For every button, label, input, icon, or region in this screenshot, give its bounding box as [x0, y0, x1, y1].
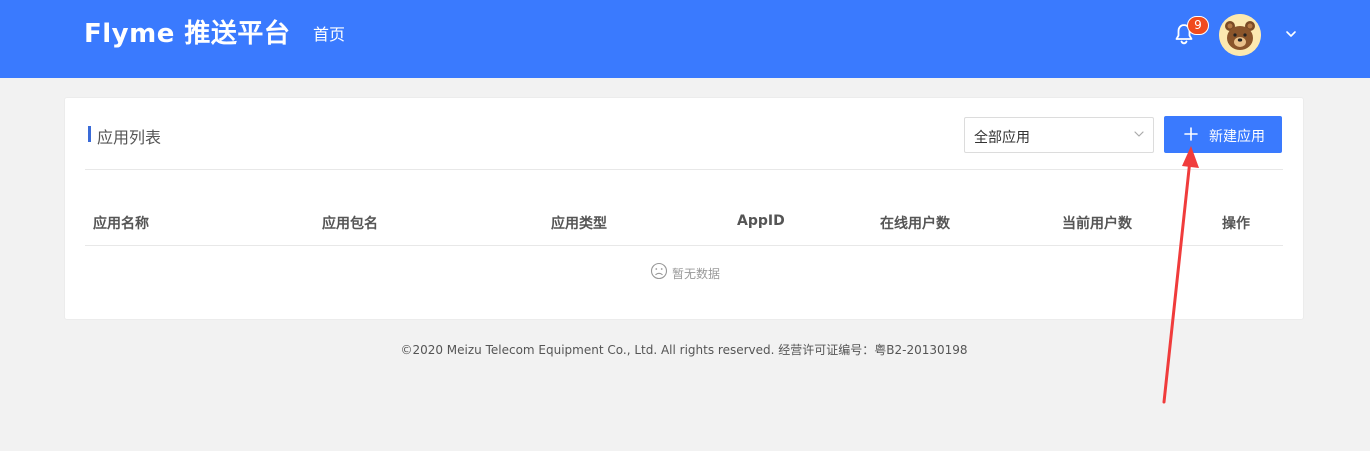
column-header-app-name: 应用名称 [93, 216, 149, 232]
app-list-card: 应用列表 全部应用 新建应用 应用名称 应用包名 应用类型 AppID 在线用户… [64, 97, 1304, 320]
divider [85, 169, 1283, 170]
app-filter-select[interactable]: 全部应用 [964, 117, 1154, 153]
column-header-package-name: 应用包名 [322, 216, 378, 232]
empty-state-text: 暂无数据 [672, 267, 721, 281]
column-header-online-users: 在线用户数 [880, 216, 950, 232]
top-header: Flyme 推送平台 首页 9 [0, 0, 1370, 78]
app-logo[interactable]: Flyme 推送平台 [84, 13, 290, 50]
column-header-appid: AppID [737, 213, 785, 229]
nav-home-link[interactable]: 首页 [313, 21, 345, 45]
select-value: 全部应用 [974, 130, 1030, 146]
new-app-button-label: 新建应用 [1209, 129, 1265, 145]
header-divider [85, 245, 1283, 246]
new-app-button[interactable]: 新建应用 [1164, 116, 1282, 153]
chevron-down-icon [1134, 131, 1144, 137]
column-header-actions: 操作 [1222, 216, 1250, 232]
bear-avatar-icon [1219, 14, 1261, 56]
chevron-down-icon[interactable] [1284, 27, 1298, 41]
column-header-app-type: 应用类型 [551, 216, 607, 232]
user-avatar[interactable] [1219, 14, 1261, 56]
notification-badge: 9 [1187, 16, 1209, 35]
column-header-current-users: 当前用户数 [1062, 216, 1132, 232]
card-title: 应用列表 [97, 128, 162, 147]
page-footer: ©2020 Meizu Telecom Equipment Co., Ltd. … [0, 341, 1370, 358]
footer-copyright: ©2020 Meizu Telecom Equipment Co., Ltd. … [400, 343, 968, 357]
title-accent-bar [88, 126, 91, 142]
plus-icon [1184, 127, 1198, 141]
sad-face-icon [650, 262, 668, 280]
